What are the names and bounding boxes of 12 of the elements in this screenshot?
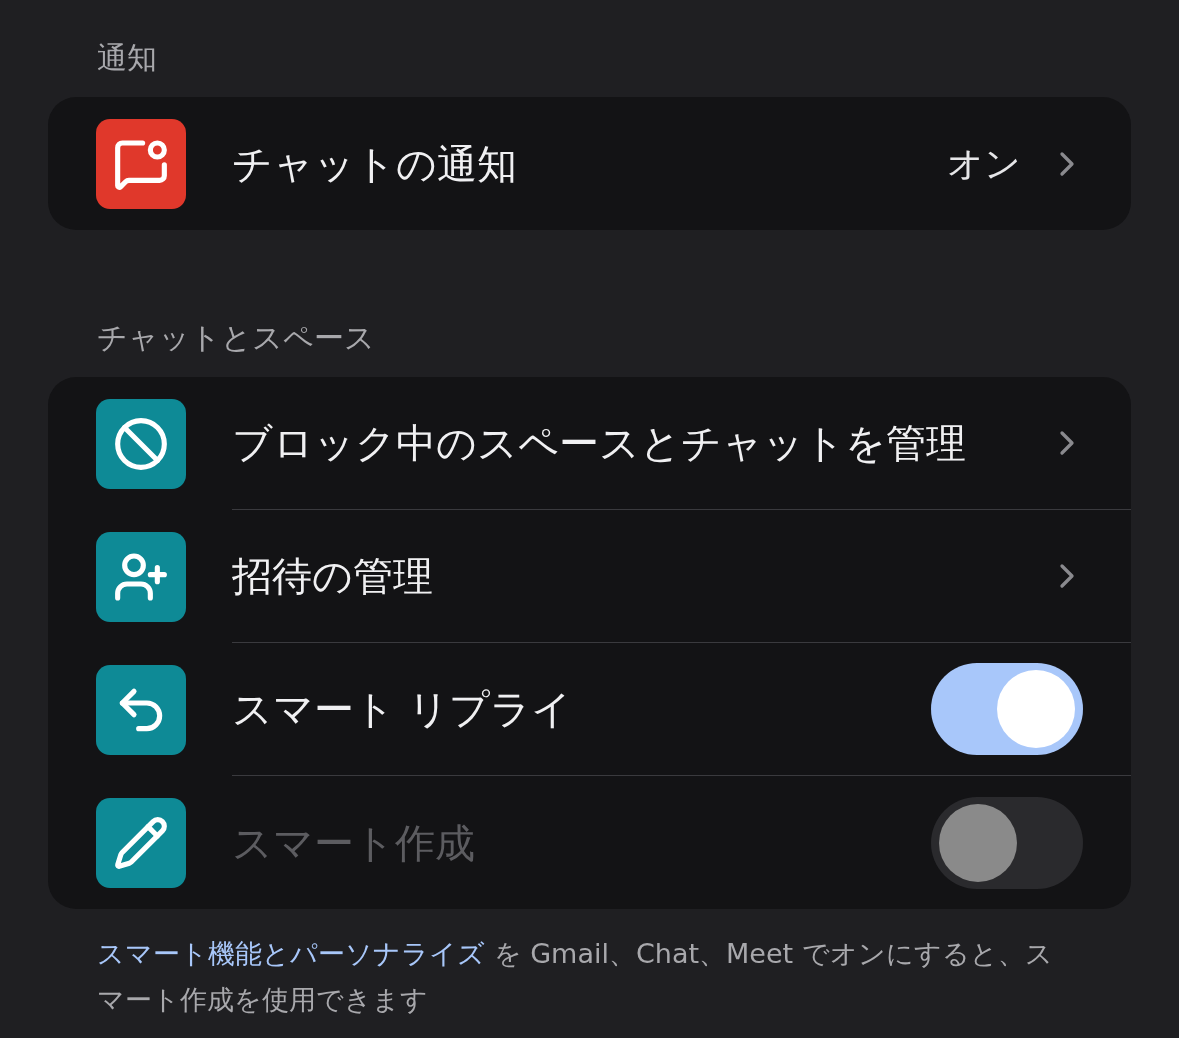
row-label: チャットの通知 — [232, 139, 518, 189]
row-label: 招待の管理 — [232, 552, 434, 601]
footer-note: スマート機能とパーソナライズ を Gmail、Chat、Meet でオンにすると、スマート作成を使用できます — [97, 937, 1054, 1017]
row-label: スマート リプライ — [232, 685, 573, 734]
row-label: ブロック中のスペースとチャットを管理 — [232, 419, 967, 468]
row-value: オン — [947, 141, 1021, 186]
pencil-icon — [113, 814, 169, 871]
block-icon — [113, 415, 169, 472]
row-label: スマート作成 — [232, 818, 476, 868]
section-header: チャットとスペース — [97, 319, 376, 357]
section-header: 通知 — [97, 39, 158, 77]
smart-features-link[interactable]: スマート機能とパーソナライズ — [97, 938, 485, 969]
